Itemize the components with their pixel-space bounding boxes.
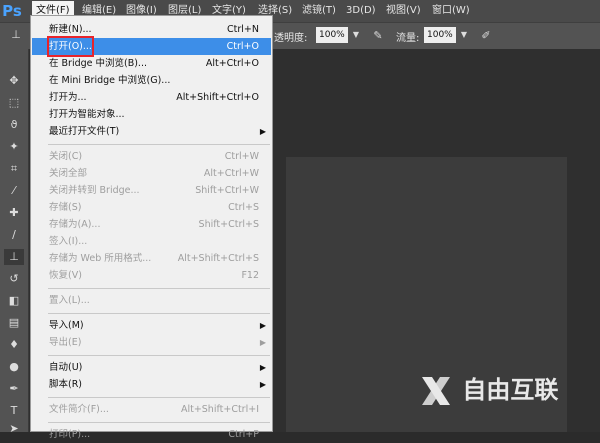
submenu-arrow-icon: ▶ (259, 321, 266, 330)
opacity-input[interactable]: 100% (316, 27, 348, 43)
menu-item-scripts[interactable]: 脚本(R) ▶ (32, 376, 271, 393)
menu-item-export[interactable]: 导出(E) ▶ (32, 334, 271, 351)
quick-select-tool-icon[interactable]: ✦ (4, 139, 24, 155)
pen-tool-icon[interactable]: ✒ (4, 381, 24, 397)
pressure-opacity-icon[interactable]: ✎ (368, 28, 388, 44)
watermark-logo-icon (422, 377, 450, 405)
menu-item-automate[interactable]: 自动(U) ▶ (32, 359, 271, 376)
menu-divider (48, 313, 270, 314)
clone-stamp-icon[interactable]: ⊥ (6, 27, 26, 43)
watermark: 自由互联 (418, 368, 598, 412)
menu-item-recent-files[interactable]: 最近打开文件(T) ▶ (32, 123, 271, 140)
menu-item-file-info[interactable]: 文件简介(F)... Alt+Shift+Ctrl+I (32, 401, 271, 418)
menu-item-close[interactable]: 关闭(C) Ctrl+W (32, 148, 271, 165)
flow-input[interactable]: 100% (424, 27, 456, 43)
menu-divider (48, 397, 270, 398)
menu-item-new[interactable]: 新建(N)... Ctrl+N (32, 21, 271, 38)
brush-tool-icon[interactable]: ∕ (4, 227, 24, 243)
submenu-arrow-icon: ▶ (259, 338, 266, 347)
menu-item-print[interactable]: 打印(P)... Ctrl+P (32, 426, 271, 443)
eyedropper-tool-icon[interactable]: ⁄ (4, 183, 24, 199)
healing-brush-tool-icon[interactable]: ✚ (4, 205, 24, 221)
menu-item-open-smart-object[interactable]: 打开为智能对象... (32, 106, 271, 123)
menu-divider (48, 355, 270, 356)
move-tool-icon[interactable]: ✥ (4, 73, 24, 89)
photoshop-logo: Ps (2, 2, 22, 20)
crop-tool-icon[interactable]: ⌗ (4, 161, 24, 177)
history-brush-tool-icon[interactable]: ↺ (4, 271, 24, 287)
submenu-arrow-icon: ▶ (259, 127, 266, 136)
airbrush-icon[interactable]: ✐ (476, 28, 496, 44)
menu-window[interactable]: 窗口(W) (432, 4, 470, 18)
opacity-dropdown-icon[interactable]: ▼ (350, 28, 362, 42)
menu-item-close-all[interactable]: 关闭全部 Alt+Ctrl+W (32, 165, 271, 182)
menu-item-browse-bridge[interactable]: 在 Bridge 中浏览(B)... Alt+Ctrl+O (32, 55, 271, 72)
flow-dropdown-icon[interactable]: ▼ (458, 28, 470, 42)
menu-3d[interactable]: 3D(D) (346, 4, 376, 18)
blur-tool-icon[interactable]: ♦ (4, 337, 24, 353)
submenu-arrow-icon: ▶ (259, 363, 266, 372)
flow-label: 流量: (396, 33, 420, 44)
dodge-tool-icon[interactable]: ● (4, 359, 24, 375)
clone-stamp-tool-icon[interactable]: ⊥ (4, 249, 24, 265)
menu-item-save-for-web[interactable]: 存储为 Web 所用格式... Alt+Shift+Ctrl+S (32, 250, 271, 267)
menu-item-save[interactable]: 存储(S) Ctrl+S (32, 199, 271, 216)
type-tool-icon[interactable]: T (4, 403, 24, 419)
menu-divider (48, 288, 270, 289)
menu-item-import[interactable]: 导入(M) ▶ (32, 317, 271, 334)
menu-item-revert[interactable]: 恢复(V) F12 (32, 267, 271, 284)
menu-item-browse-mini-bridge[interactable]: 在 Mini Bridge 中浏览(G)... (32, 72, 271, 89)
menu-filter[interactable]: 滤镜(T) (302, 4, 336, 18)
menu-item-open[interactable]: 打开(O)... Ctrl+O (32, 36, 271, 57)
menu-view[interactable]: 视图(V) (386, 4, 421, 18)
opacity-label: 透明度: (274, 33, 308, 44)
watermark-text: 自由互联 (462, 376, 559, 404)
menu-divider (48, 422, 270, 423)
menu-divider (48, 144, 270, 145)
tools-panel: ✥ ⬚ ϑ ✦ ⌗ ⁄ ✚ ∕ ⊥ ↺ ◧ ▤ ♦ ● ✒ T ➤ (0, 49, 29, 435)
menu-item-place[interactable]: 置入(L)... (32, 292, 271, 309)
submenu-arrow-icon: ▶ (259, 380, 266, 389)
marquee-tool-icon[interactable]: ⬚ (4, 95, 24, 111)
lasso-tool-icon[interactable]: ϑ (4, 117, 24, 133)
menu-item-check-in[interactable]: 签入(I)... (32, 233, 271, 250)
menu-item-open-as[interactable]: 打开为... Alt+Shift+Ctrl+O (32, 89, 271, 106)
path-select-tool-icon[interactable]: ➤ (4, 421, 24, 437)
file-menu-dropdown: 新建(N)... Ctrl+N 打开(O)... Ctrl+O 在 Bridge 中… (30, 15, 273, 440)
menu-item-close-go-bridge[interactable]: 关闭并转到 Bridge... Shift+Ctrl+W (32, 182, 271, 199)
eraser-tool-icon[interactable]: ◧ (4, 293, 24, 309)
menu-item-save-as[interactable]: 存储为(A)... Shift+Ctrl+S (32, 216, 271, 233)
gradient-tool-icon[interactable]: ▤ (4, 315, 24, 331)
